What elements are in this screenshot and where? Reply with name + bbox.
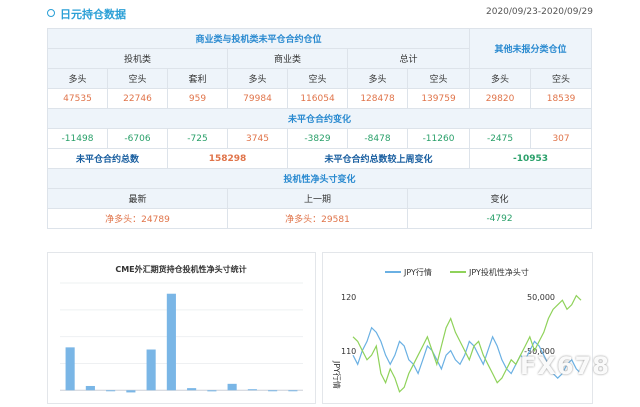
- y-tick-110: 110: [341, 347, 356, 356]
- col-header: 多头: [347, 68, 408, 89]
- col-header: 空头: [107, 68, 168, 89]
- sec3-val-latest: 净多头：24789: [47, 208, 228, 229]
- date-range: 2020/09/23-2020/09/29: [486, 7, 593, 17]
- watermark: FX678: [520, 352, 610, 380]
- group-spec: 投机类: [47, 48, 228, 69]
- col-header: 套利: [167, 68, 228, 89]
- bar: [268, 390, 278, 392]
- change-cell: -725: [167, 128, 228, 149]
- legend-net: JPY投机性净头寸: [468, 267, 529, 277]
- bar-chart-title: CME外汇期货持仓投机性净头寸统计: [115, 264, 246, 274]
- bar: [227, 383, 237, 391]
- y2-tick-top: 50,000: [527, 293, 555, 302]
- line-chart: JPY行情 JPY投机性净头寸 120 110 50,000 -50,000 J…: [332, 267, 582, 393]
- legend-jpy: JPY行情: [403, 267, 432, 277]
- value-cell: 22746: [107, 88, 168, 109]
- bar: [207, 390, 217, 392]
- change-cell: -2475: [469, 128, 532, 149]
- positions-table: 商业类与投机类未平仓合约仓位 其他未报分类仓位 投机类 商业类 总计 多头 空头…: [46, 28, 593, 229]
- total-label: 未平仓合约总数: [47, 148, 168, 169]
- change-cell: -6706: [107, 128, 168, 149]
- group-total: 总计: [346, 48, 471, 69]
- y-tick-120: 120: [341, 293, 356, 302]
- bar: [126, 390, 136, 393]
- sec3-val-change: -4792: [406, 208, 593, 229]
- bar: [65, 347, 75, 391]
- total-value: 158298: [167, 148, 288, 169]
- bar: [247, 389, 257, 391]
- bar: [166, 293, 176, 391]
- bar-marks: [65, 293, 298, 393]
- change-cell: -11498: [47, 128, 108, 149]
- line-chart-panel: JPY行情 JPY投机性净头寸 120 110 50,000 -50,000 J…: [322, 252, 593, 404]
- sec1-title: 商业类与投机类未平仓合约仓位: [46, 28, 471, 49]
- bar: [85, 385, 95, 391]
- bar-grid: [60, 282, 303, 391]
- sec1-right-title: 其他未报分类仓位: [469, 28, 593, 69]
- bar: [146, 349, 156, 391]
- page-title: 日元持仓数据: [60, 8, 126, 21]
- col-header: 空头: [530, 68, 593, 89]
- sec3-val-prev: 净多头：29581: [227, 208, 408, 229]
- col-header: 多头: [227, 68, 288, 89]
- circle-icon: [47, 9, 55, 17]
- value-cell: 128478: [347, 88, 408, 109]
- value-cell: 79984: [227, 88, 288, 109]
- weekchg-label: 未平仓合约总数较上周变化: [286, 148, 471, 169]
- bar: [187, 388, 197, 391]
- y-axis-label: JPY行情: [332, 360, 342, 389]
- value-cell: 47535: [47, 88, 108, 109]
- value-cell: 139759: [406, 88, 471, 109]
- page-header: 日元持仓数据 2020/09/23-2020/09/29: [0, 0, 640, 28]
- sec3-col-prev: 上一期: [227, 188, 408, 209]
- col-header: 空头: [287, 68, 348, 89]
- sec3-col-latest: 最新: [47, 188, 228, 209]
- change-cell: -3829: [287, 128, 348, 149]
- bar: [106, 390, 116, 392]
- sec2-title: 未平仓合约变化: [46, 108, 593, 129]
- sec3-title: 投机性净头寸变化: [46, 168, 593, 189]
- value-cell: 29820: [469, 88, 532, 109]
- change-cell: -11260: [406, 128, 471, 149]
- value-cell: 116054: [287, 88, 348, 109]
- weekchg-value: -10953: [469, 148, 593, 169]
- group-comm: 商业类: [227, 48, 348, 69]
- change-cell: 3745: [227, 128, 288, 149]
- bar-chart-panel: CME外汇期货持仓投机性净头寸统计: [47, 252, 316, 404]
- bar-chart: CME外汇期货持仓投机性净头寸统计: [60, 264, 303, 393]
- change-cell: 307: [530, 128, 593, 149]
- change-cell: -8478: [347, 128, 408, 149]
- col-header: 多头: [469, 68, 532, 89]
- col-header: 多头: [47, 68, 108, 89]
- col-header: 空头: [406, 68, 471, 89]
- sec3-col-change: 变化: [406, 188, 593, 209]
- value-cell: 959: [167, 88, 228, 109]
- bar: [288, 390, 298, 392]
- value-cell: 18539: [530, 88, 593, 109]
